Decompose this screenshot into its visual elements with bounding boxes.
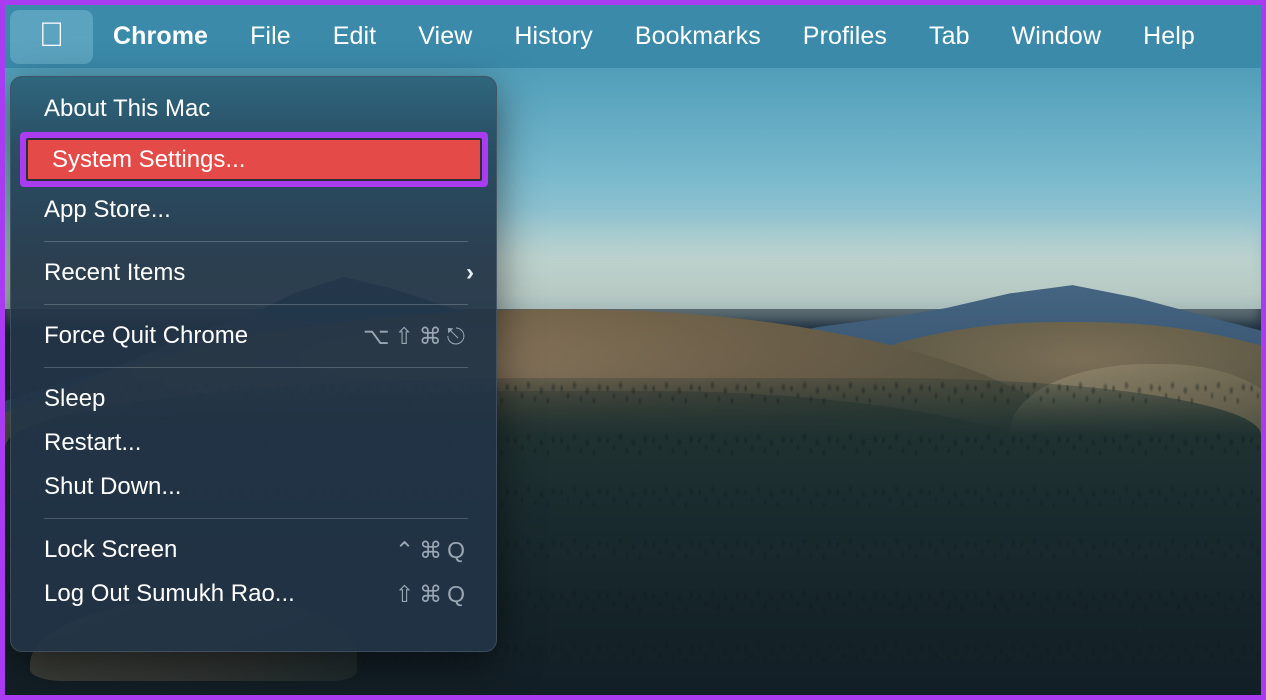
menu-bar:  Chrome File Edit View History Bookmark…: [5, 5, 1261, 68]
menu-item-label: Log Out Sumukh Rao...: [44, 580, 295, 607]
menu-item-about-this-mac[interactable]: About This Mac: [11, 87, 496, 131]
menu-item-label: Recent Items: [44, 259, 186, 286]
menubar-item-profiles[interactable]: Profiles: [782, 22, 908, 51]
menu-item-force-quit-chrome[interactable]: Force Quit Chrome ⌥⇧⌘⎋: [11, 314, 496, 358]
menubar-item-chrome[interactable]: Chrome: [93, 22, 229, 51]
menubar-item-history[interactable]: History: [493, 22, 613, 51]
menu-item-label: Lock Screen: [44, 536, 178, 563]
menubar-item-window[interactable]: Window: [991, 22, 1123, 51]
menu-item-label: App Store...: [44, 196, 171, 223]
menu-item-shortcut: ⌥⇧⌘⎋: [363, 322, 470, 349]
menubar-item-file[interactable]: File: [229, 22, 312, 51]
menu-item-shut-down[interactable]: Shut Down...: [11, 465, 496, 509]
menu-item-lock-screen[interactable]: Lock Screen ⌃⌘Q: [11, 528, 496, 572]
menu-item-restart[interactable]: Restart...: [11, 421, 496, 465]
screen-frame:  Chrome File Edit View History Bookmark…: [0, 0, 1266, 700]
menubar-item-tab[interactable]: Tab: [908, 22, 991, 51]
menu-item-label: Restart...: [44, 429, 142, 456]
desktop-wallpaper:  Chrome File Edit View History Bookmark…: [5, 5, 1261, 695]
chevron-right-icon: ›: [466, 259, 474, 286]
menubar-item-help[interactable]: Help: [1122, 22, 1216, 51]
menu-item-label: Sleep: [44, 385, 106, 412]
apple-menu-button[interactable]: : [10, 9, 93, 64]
menubar-item-bookmarks[interactable]: Bookmarks: [614, 22, 782, 51]
menu-item-log-out[interactable]: Log Out Sumukh Rao... ⇧⌘Q: [11, 572, 496, 616]
menu-separator: [44, 518, 468, 519]
menu-separator: [44, 241, 468, 242]
menu-separator: [44, 367, 468, 368]
menu-item-shortcut: ⇧⌘Q: [394, 580, 470, 607]
menu-item-label: About This Mac: [44, 95, 211, 122]
menu-item-label: Force Quit Chrome: [44, 322, 249, 349]
apple-dropdown-menu: About This Mac System Settings... App St…: [10, 76, 497, 652]
menu-item-system-settings[interactable]: System Settings...: [26, 138, 482, 181]
menu-item-label: Shut Down...: [44, 473, 182, 500]
menubar-item-edit[interactable]: Edit: [312, 22, 397, 51]
menu-item-sleep[interactable]: Sleep: [11, 377, 496, 421]
annotation-highlight-box: System Settings...: [20, 132, 488, 187]
menu-item-app-store[interactable]: App Store...: [11, 188, 496, 232]
menu-item-shortcut: ⌃⌘Q: [394, 536, 470, 563]
apple-logo-icon: : [39, 18, 65, 52]
menu-item-recent-items[interactable]: Recent Items ›: [11, 251, 496, 295]
menubar-item-view[interactable]: View: [397, 22, 493, 51]
menu-item-label: System Settings...: [52, 145, 246, 173]
menu-separator: [44, 304, 468, 305]
